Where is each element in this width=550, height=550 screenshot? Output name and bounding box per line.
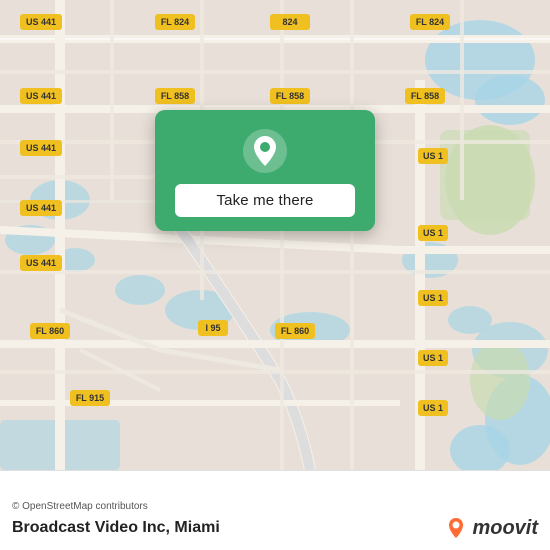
svg-text:US 1: US 1 — [423, 353, 443, 363]
bottom-bar: © OpenStreetMap contributors Broadcast V… — [0, 470, 550, 550]
take-me-there-button[interactable]: Take me there — [175, 184, 355, 217]
attribution-text: © OpenStreetMap contributors — [12, 501, 538, 512]
svg-text:FL 858: FL 858 — [276, 91, 304, 101]
moovit-logo: moovit — [444, 516, 538, 540]
svg-text:US 441: US 441 — [26, 17, 56, 27]
svg-text:US 441: US 441 — [26, 91, 56, 101]
svg-text:I 95: I 95 — [205, 323, 220, 333]
svg-text:US 1: US 1 — [423, 228, 443, 238]
svg-text:FL 858: FL 858 — [161, 91, 189, 101]
svg-text:US 441: US 441 — [26, 143, 56, 153]
location-name: Broadcast Video Inc, Miami — [12, 519, 220, 537]
moovit-pin-icon — [444, 516, 468, 540]
svg-text:FL 860: FL 860 — [36, 326, 64, 336]
svg-text:US 1: US 1 — [423, 293, 443, 303]
map-container: US 441 US 441 US 441 US 441 US 441 FL 82… — [0, 0, 550, 470]
pin-icon — [242, 128, 288, 174]
svg-text:US 441: US 441 — [26, 258, 56, 268]
svg-text:FL 860: FL 860 — [281, 326, 309, 336]
location-popup: Take me there — [155, 110, 375, 231]
svg-text:FL 915: FL 915 — [76, 393, 104, 403]
svg-text:FL 858: FL 858 — [411, 91, 439, 101]
svg-text:US 1: US 1 — [423, 403, 443, 413]
svg-text:824: 824 — [282, 17, 297, 27]
moovit-brand-text: moovit — [472, 517, 538, 540]
svg-text:US 441: US 441 — [26, 203, 56, 213]
svg-text:US 1: US 1 — [423, 151, 443, 161]
svg-text:FL 824: FL 824 — [161, 17, 189, 27]
svg-text:FL 824: FL 824 — [416, 17, 444, 27]
